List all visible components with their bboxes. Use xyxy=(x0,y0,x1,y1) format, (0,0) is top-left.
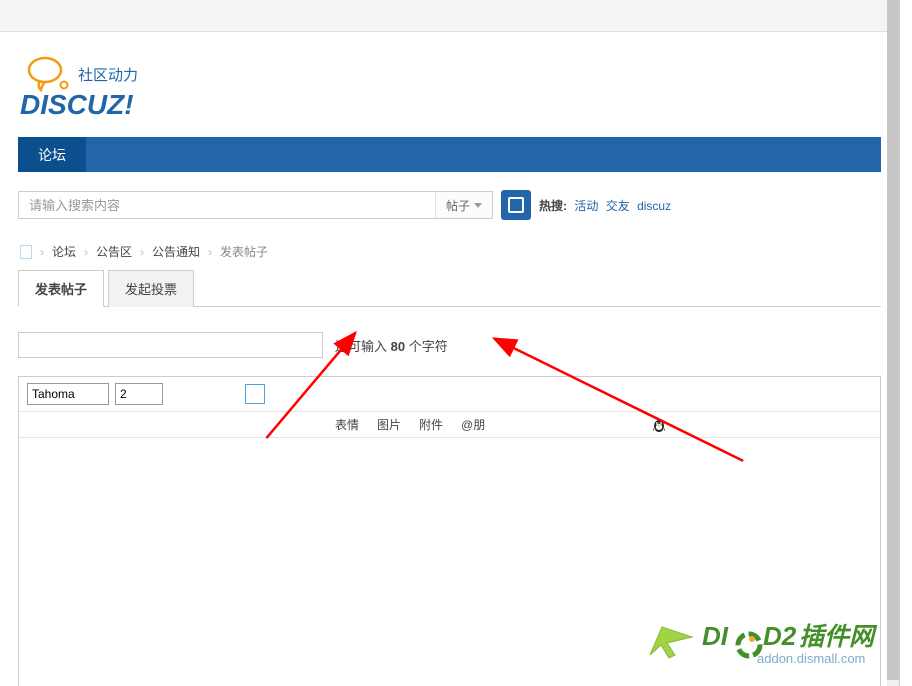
title-row: 还可输入 80 个字符 xyxy=(18,332,881,358)
caret-down-icon xyxy=(474,203,482,208)
char-count: 还可输入 80 个字符 xyxy=(335,336,448,355)
discuz-logo: 社区动力 DISCUZ! xyxy=(20,52,190,122)
font-size-input[interactable] xyxy=(115,383,163,405)
breadcrumb-announce-notice[interactable]: 公告通知 xyxy=(152,243,200,260)
post-tabs: 发表帖子 发起投票 xyxy=(18,270,881,307)
svg-text:DI: DI xyxy=(702,621,729,651)
home-icon[interactable] xyxy=(20,245,32,259)
toolbar-image-button[interactable]: 图片 xyxy=(377,416,401,433)
breadcrumb-announce-area[interactable]: 公告区 xyxy=(96,243,132,260)
watermark: DI D2 插件网 addon.dismall.com xyxy=(647,615,897,676)
tab-new-post[interactable]: 发表帖子 xyxy=(18,270,104,307)
char-prefix: 还可输入 xyxy=(335,339,391,354)
breadcrumb-sep: › xyxy=(140,245,144,259)
vertical-scrollbar[interactable] xyxy=(887,0,899,686)
breadcrumb-sep: › xyxy=(40,245,44,259)
breadcrumb: › 论坛 › 公告区 › 公告通知 › 发表帖子 xyxy=(0,238,899,270)
char-limit: 80 xyxy=(391,339,405,354)
breadcrumb-current: 发表帖子 xyxy=(220,243,268,260)
hot-link-1[interactable]: 活动 xyxy=(574,199,598,213)
svg-text:addon.dismall.com: addon.dismall.com xyxy=(757,651,865,666)
hot-link-3[interactable]: discuz xyxy=(637,199,671,213)
search-type-dropdown[interactable]: 帖子 xyxy=(435,192,492,218)
font-family-input[interactable] xyxy=(27,383,109,405)
hot-search-label: 热搜: xyxy=(539,199,567,213)
nav-forum[interactable]: 论坛 xyxy=(18,137,86,172)
breadcrumb-sep: › xyxy=(208,245,212,259)
editor-toolbar-row-1 xyxy=(19,377,880,412)
svg-text:社区动力: 社区动力 xyxy=(78,67,138,84)
search-input-wrap: 帖子 xyxy=(18,191,493,219)
breadcrumb-sep: › xyxy=(84,245,88,259)
toolbar-attachment-button[interactable]: 附件 xyxy=(419,416,443,433)
breadcrumb-forum[interactable]: 论坛 xyxy=(52,243,76,260)
char-suffix: 个字符 xyxy=(405,339,448,354)
form-area: 还可输入 80 个字符 xyxy=(0,307,899,358)
svg-text:DISCUZ!: DISCUZ! xyxy=(20,89,134,120)
qq-icon[interactable] xyxy=(651,417,667,433)
toolbar-at-button[interactable]: @朋 xyxy=(461,416,485,433)
search-button[interactable] xyxy=(501,190,531,220)
toolbar-emoji-button[interactable]: 表情 xyxy=(335,416,359,433)
search-input[interactable] xyxy=(19,192,435,218)
hot-link-2[interactable]: 交友 xyxy=(606,199,630,213)
search-icon xyxy=(508,197,524,213)
search-row: 帖子 热搜: 活动 交友 discuz xyxy=(0,172,899,238)
search-type-label: 帖子 xyxy=(446,197,470,214)
svg-text:D2: D2 xyxy=(763,621,797,651)
window-header-bar xyxy=(0,0,899,32)
scrollbar-thumb[interactable] xyxy=(887,0,899,680)
color-picker-button[interactable] xyxy=(245,384,265,404)
editor-toolbar-row-2: 表情 图片 附件 @朋 xyxy=(19,412,880,438)
hot-search: 热搜: 活动 交友 discuz xyxy=(539,197,671,214)
tab-new-poll[interactable]: 发起投票 xyxy=(108,270,194,307)
logo-area: 社区动力 DISCUZ! xyxy=(0,32,899,137)
post-title-input[interactable] xyxy=(18,332,323,358)
svg-text:插件网: 插件网 xyxy=(799,623,878,651)
main-nav: 论坛 xyxy=(18,137,881,172)
